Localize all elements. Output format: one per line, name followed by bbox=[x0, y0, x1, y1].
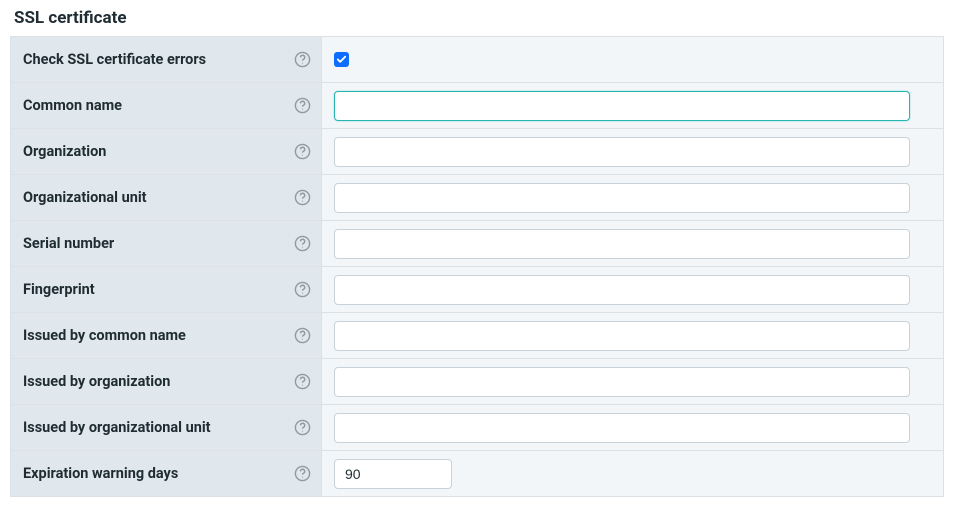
fingerprint-label: Fingerprint bbox=[23, 281, 95, 298]
value-cell bbox=[322, 37, 943, 82]
ssl-form: Check SSL certificate errors Common name bbox=[10, 36, 944, 497]
help-icon[interactable] bbox=[293, 143, 311, 161]
row-expiration-warning: Expiration warning days bbox=[10, 451, 943, 497]
label-cell: Issued by organizational unit bbox=[10, 405, 322, 450]
label-cell: Issued by organization bbox=[10, 359, 322, 404]
help-icon[interactable] bbox=[293, 419, 311, 437]
row-serial-number: Serial number bbox=[10, 221, 943, 267]
fingerprint-input[interactable] bbox=[334, 275, 910, 305]
expiration-warning-input[interactable] bbox=[334, 459, 452, 489]
value-cell bbox=[322, 313, 943, 358]
check-errors-label: Check SSL certificate errors bbox=[23, 51, 206, 68]
common-name-input[interactable] bbox=[334, 91, 910, 121]
help-icon[interactable] bbox=[293, 373, 311, 391]
common-name-label: Common name bbox=[23, 97, 122, 114]
value-cell bbox=[322, 359, 943, 404]
help-icon[interactable] bbox=[293, 327, 311, 345]
row-check-errors: Check SSL certificate errors bbox=[10, 37, 943, 83]
help-icon[interactable] bbox=[293, 51, 311, 69]
value-cell bbox=[322, 451, 943, 496]
row-issued-by-ou: Issued by organizational unit bbox=[10, 405, 943, 451]
row-organization: Organization bbox=[10, 129, 943, 175]
value-cell bbox=[322, 267, 943, 312]
row-issued-by-org: Issued by organization bbox=[10, 359, 943, 405]
label-cell: Common name bbox=[10, 83, 322, 128]
label-cell: Issued by common name bbox=[10, 313, 322, 358]
issued-by-ou-label: Issued by organizational unit bbox=[23, 419, 211, 436]
help-icon[interactable] bbox=[293, 97, 311, 115]
issued-by-org-label: Issued by organization bbox=[23, 373, 170, 390]
ssl-certificate-section: SSL certificate Check SSL certificate er… bbox=[0, 0, 954, 507]
label-cell: Check SSL certificate errors bbox=[10, 37, 322, 82]
row-fingerprint: Fingerprint bbox=[10, 267, 943, 313]
expiration-warning-label: Expiration warning days bbox=[23, 465, 178, 482]
help-icon[interactable] bbox=[293, 281, 311, 299]
issued-by-cn-input[interactable] bbox=[334, 321, 910, 351]
value-cell bbox=[322, 175, 943, 220]
help-icon[interactable] bbox=[293, 465, 311, 483]
serial-number-input[interactable] bbox=[334, 229, 910, 259]
value-cell bbox=[322, 129, 943, 174]
organizational-unit-input[interactable] bbox=[334, 183, 910, 213]
issued-by-ou-input[interactable] bbox=[334, 413, 910, 443]
organization-label: Organization bbox=[23, 143, 106, 160]
help-icon[interactable] bbox=[293, 189, 311, 207]
check-errors-checkbox[interactable] bbox=[334, 52, 349, 67]
issued-by-cn-label: Issued by common name bbox=[23, 327, 186, 344]
section-title: SSL certificate bbox=[14, 8, 944, 28]
label-cell: Serial number bbox=[10, 221, 322, 266]
label-cell: Organization bbox=[10, 129, 322, 174]
row-common-name: Common name bbox=[10, 83, 943, 129]
organizational-unit-label: Organizational unit bbox=[23, 189, 147, 206]
row-issued-by-cn: Issued by common name bbox=[10, 313, 943, 359]
help-icon[interactable] bbox=[293, 235, 311, 253]
label-cell: Fingerprint bbox=[10, 267, 322, 312]
row-organizational-unit: Organizational unit bbox=[10, 175, 943, 221]
issued-by-org-input[interactable] bbox=[334, 367, 910, 397]
value-cell bbox=[322, 83, 943, 128]
value-cell bbox=[322, 221, 943, 266]
organization-input[interactable] bbox=[334, 137, 910, 167]
serial-number-label: Serial number bbox=[23, 235, 114, 252]
label-cell: Organizational unit bbox=[10, 175, 322, 220]
value-cell bbox=[322, 405, 943, 450]
label-cell: Expiration warning days bbox=[10, 451, 322, 496]
